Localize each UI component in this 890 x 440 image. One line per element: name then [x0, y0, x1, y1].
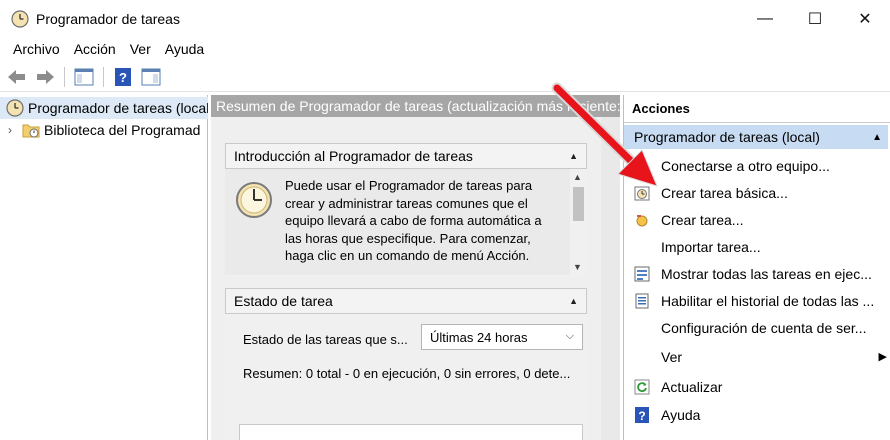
tree-item-label: Biblioteca del Programad	[44, 122, 201, 138]
action-show-running-tasks[interactable]: Mostrar todas las tareas en ejec...	[624, 260, 890, 287]
intro-text: Puede usar el Programador de tareas para…	[285, 178, 542, 263]
action-label: Ayuda	[661, 406, 701, 423]
action-enable-history[interactable]: Habilitar el historial de todas las ...	[624, 287, 890, 314]
scroll-down-icon[interactable]: ▼	[573, 262, 582, 272]
menu-ver[interactable]: Ver	[123, 41, 158, 57]
window-title: Programador de tareas	[36, 11, 180, 27]
actions-group-header[interactable]: Programador de tareas (local) ▲	[624, 125, 888, 149]
intro-section-header[interactable]: Introducción al Programador de tareas ▲	[225, 143, 587, 169]
summary-header: Resumen de Programador de tareas (actual…	[211, 95, 620, 117]
action-label: Importar tarea...	[661, 238, 761, 255]
action-label: Actualizar	[661, 378, 723, 395]
status-table[interactable]	[239, 424, 583, 440]
task-status-body: Estado de las tareas que s... Últimas 24…	[225, 314, 587, 440]
help-icon: ?	[115, 67, 131, 86]
chevron-right-icon[interactable]: ›	[8, 123, 22, 137]
svg-text:?: ?	[638, 409, 645, 423]
large-clock-icon	[236, 182, 272, 218]
status-summary: Resumen: 0 total - 0 en ejecución, 0 sin…	[243, 366, 571, 381]
intro-scrollbar[interactable]: ▲ ▼	[570, 169, 587, 275]
task-status-section: Estado de tarea ▲ Estado de las tareas q…	[225, 288, 587, 440]
menu-bar: Archivo Acción Ver Ayuda	[0, 38, 890, 60]
svg-text:?: ?	[119, 70, 127, 85]
toolbar: ?	[0, 62, 890, 92]
tree-item-task-scheduler-local[interactable]: Programador de tareas (local	[0, 97, 208, 119]
running-tasks-icon	[633, 265, 651, 283]
action-refresh[interactable]: Actualizar	[624, 373, 890, 400]
minimize-button[interactable]: —	[742, 0, 788, 38]
task-status-header[interactable]: Estado de tarea ▲	[225, 288, 587, 314]
action-create-basic-task[interactable]: Crear tarea básica...	[624, 179, 890, 206]
scroll-thumb[interactable]	[573, 187, 584, 221]
help-icon: ?	[633, 406, 651, 424]
maximize-button[interactable]: ☐	[792, 0, 838, 38]
action-label: Configuración de cuenta de ser...	[661, 319, 867, 336]
forward-arrow-icon	[37, 69, 54, 84]
menu-ayuda[interactable]: Ayuda	[158, 41, 211, 57]
action-label: Conectarse a otro equipo...	[661, 157, 830, 174]
scroll-up-icon[interactable]: ▲	[573, 172, 582, 182]
show-action-pane-button[interactable]	[140, 66, 162, 88]
tree-item-label: Programador de tareas (local	[28, 100, 208, 116]
action-service-account-config[interactable]: Configuración de cuenta de ser...	[624, 314, 890, 341]
actions-pane: Acciones Programador de tareas (local) ▲…	[623, 95, 890, 440]
task-status-title: Estado de tarea	[234, 293, 333, 309]
back-arrow-icon	[8, 69, 25, 84]
show-console-tree-button[interactable]	[73, 66, 95, 88]
intro-section: Introducción al Programador de tareas ▲ …	[225, 143, 587, 277]
maximize-icon: ☐	[807, 11, 823, 28]
action-label: Habilitar el historial de todas las ...	[661, 292, 875, 309]
clock-icon	[6, 99, 24, 117]
back-button[interactable]	[6, 66, 28, 88]
action-label: Crear tarea básica...	[661, 184, 788, 201]
action-help[interactable]: ? Ayuda	[624, 401, 890, 428]
folder-clock-icon	[22, 124, 40, 138]
chevron-down-icon: ⌵	[565, 330, 574, 342]
action-create-task[interactable]: Crear tarea...	[624, 206, 890, 233]
collapse-up-icon[interactable]: ▲	[569, 296, 578, 306]
task-icon	[633, 211, 651, 229]
action-label: Ver	[661, 348, 683, 365]
summary-scrollbar[interactable]	[601, 117, 620, 440]
console-tree-icon	[74, 68, 94, 85]
status-period-value: Últimas 24 horas	[430, 329, 528, 345]
forward-button[interactable]	[34, 66, 56, 88]
history-icon	[633, 292, 651, 310]
title-bar: Programador de tareas — ☐ ✕	[0, 0, 890, 38]
close-icon: ✕	[858, 11, 872, 28]
console-tree-pane: Programador de tareas (local › Bibliotec…	[0, 95, 208, 440]
menu-archivo[interactable]: Archivo	[6, 41, 67, 57]
refresh-icon	[633, 378, 651, 396]
menu-accion[interactable]: Acción	[67, 41, 123, 57]
action-label: Mostrar todas las tareas en ejec...	[661, 265, 872, 282]
actions-header: Acciones	[624, 95, 890, 123]
action-view-submenu[interactable]: Ver ▶	[624, 343, 890, 370]
collapse-up-icon[interactable]: ▲	[569, 151, 578, 161]
status-period-select[interactable]: Últimas 24 horas ⌵	[421, 324, 583, 350]
intro-section-body: Puede usar el Programador de tareas para…	[225, 169, 587, 275]
action-connect-computer[interactable]: Conectarse a otro equipo...	[624, 152, 890, 179]
action-import-task[interactable]: Importar tarea...	[624, 233, 890, 260]
action-label: Crear tarea...	[661, 211, 744, 228]
toolbar-separator	[103, 66, 104, 87]
submenu-arrow-icon: ▶	[878, 351, 887, 363]
basic-task-icon	[633, 184, 651, 202]
action-pane-icon	[141, 68, 161, 85]
summary-pane: Resumen de Programador de tareas (actual…	[211, 95, 620, 440]
intro-section-title: Introducción al Programador de tareas	[234, 148, 473, 164]
tree-item-task-library[interactable]: › Biblioteca del Programad	[0, 119, 208, 141]
task-scheduler-clock-icon	[11, 10, 29, 28]
collapse-up-icon[interactable]: ▲	[872, 132, 882, 143]
minimize-icon: —	[757, 10, 773, 27]
actions-group-label: Programador de tareas (local)	[634, 129, 820, 145]
close-button[interactable]: ✕	[842, 0, 888, 38]
toolbar-separator	[64, 66, 65, 87]
status-filter-label: Estado de las tareas que s...	[243, 332, 408, 347]
help-toolbar-button[interactable]: ?	[112, 66, 134, 88]
